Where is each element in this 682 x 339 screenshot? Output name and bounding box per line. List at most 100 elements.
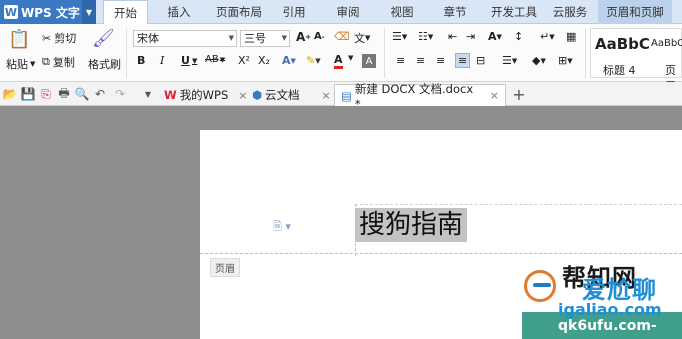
- bullet-list-icon[interactable]: ☰ ▼: [392, 30, 407, 43]
- align-right-icon[interactable]: ≡: [436, 54, 445, 67]
- tab-cloud-docs[interactable]: ⬢ 云文档 ×: [246, 84, 337, 106]
- save-icon[interactable]: 💾: [21, 87, 36, 101]
- tab-header-footer[interactable]: 页眉和页脚: [598, 0, 672, 24]
- paragraph-anchor-icon[interactable]: 🗎 ▾: [273, 218, 291, 237]
- close-icon[interactable]: ×: [490, 89, 499, 102]
- style-preview-heading4[interactable]: AaBbC: [595, 35, 650, 53]
- bold-button[interactable]: B: [137, 54, 145, 67]
- shrink-font-icon: A: [314, 31, 322, 42]
- tab-my-wps[interactable]: W 我的WPS ×: [158, 84, 254, 106]
- app-name: WPS 文字: [21, 5, 80, 20]
- font-color-icon[interactable]: A: [334, 54, 343, 69]
- cut-button[interactable]: ✂ 剪切: [42, 30, 76, 46]
- format-painter-button[interactable]: 格式刷: [88, 56, 121, 72]
- font-name-value: 宋体: [137, 32, 159, 45]
- cloud-doc-icon: ⬢: [252, 88, 263, 102]
- app-menu-button[interactable]: W WPS 文字 ▼: [0, 0, 96, 24]
- justify-icon[interactable]: ≡: [455, 53, 471, 68]
- show-marks-icon[interactable]: ↵ ▼: [540, 30, 555, 43]
- decrease-indent-icon[interactable]: ⇤: [448, 30, 457, 43]
- highlight-icon[interactable]: ✎ ▼: [306, 54, 321, 67]
- tab-label: 云文档: [265, 88, 300, 102]
- ribbon: 📋 粘贴 ▼ ✂ 剪切 ⧉ 复制 🖌 格式刷 宋体 ▼ 三号 ▼ A + A- ⌫ …: [0, 24, 682, 93]
- docx-icon: ▤: [341, 88, 352, 103]
- tab-label: 我的WPS: [179, 88, 229, 102]
- redo-icon[interactable]: ↷: [113, 87, 127, 101]
- globe-logo-icon: [524, 270, 556, 302]
- print-preview-icon[interactable]: 🔍: [75, 87, 90, 101]
- tab-view[interactable]: 视图: [382, 0, 422, 24]
- align-center-icon[interactable]: ≡: [416, 54, 425, 67]
- chevron-down-icon: ▼: [281, 34, 287, 42]
- open-folder-icon[interactable]: 📂: [3, 87, 18, 101]
- menu-bar: W WPS 文字 ▼ 开始 插入 页面布局 引用 审阅 视图 章节 开发工具 云…: [0, 0, 682, 25]
- chevron-down-icon: ▼: [228, 34, 234, 42]
- tab-developer[interactable]: 开发工具: [486, 0, 542, 24]
- subscript-button[interactable]: X₂: [258, 54, 270, 67]
- strikethrough-button[interactable]: AB ▼: [205, 54, 225, 65]
- cut-label: 剪切: [54, 32, 77, 45]
- copy-label: 复制: [52, 56, 75, 69]
- divider: [384, 28, 385, 78]
- style-preview-header[interactable]: AaBbC: [651, 38, 682, 49]
- chevron-down-icon[interactable]: ▼: [348, 54, 353, 62]
- copy-icon: ⧉: [42, 55, 50, 68]
- watermark-url: igaliao.com: [558, 300, 662, 319]
- tab-insert[interactable]: 插入: [158, 0, 200, 24]
- superscript-button[interactable]: X²: [238, 54, 250, 67]
- strike-label: AB: [205, 54, 219, 65]
- grow-font-button[interactable]: A +: [296, 30, 311, 44]
- paste-button[interactable]: 粘贴 ▼: [6, 56, 35, 72]
- grow-font-icon: A: [296, 30, 306, 44]
- export-pdf-icon[interactable]: ⎘: [39, 87, 53, 101]
- text-effect-icon[interactable]: A ▼: [282, 54, 296, 67]
- italic-button[interactable]: I: [160, 54, 164, 67]
- copy-button[interactable]: ⧉ 复制: [42, 54, 75, 70]
- align-left-icon[interactable]: ≡: [396, 54, 405, 67]
- clear-format-icon[interactable]: ⌫: [334, 30, 350, 43]
- paste-icon[interactable]: 📋: [8, 28, 30, 50]
- borders-icon[interactable]: ⊞ ▼: [558, 54, 573, 67]
- shading-icon[interactable]: ◆ ▼: [532, 54, 546, 67]
- tab-review[interactable]: 审阅: [327, 0, 369, 24]
- header-label-tag: 页眉: [210, 258, 240, 277]
- font-size-select[interactable]: 三号 ▼: [240, 30, 290, 47]
- char-shading-icon[interactable]: A: [362, 54, 376, 68]
- change-case-icon[interactable]: A ▼: [488, 30, 502, 43]
- tab-references[interactable]: 引用: [276, 0, 312, 24]
- chevron-down-icon[interactable]: ▼: [141, 87, 155, 101]
- sort-icon[interactable]: ↕: [514, 30, 523, 43]
- watermark-sub: qk6ufu.com-: [558, 318, 657, 334]
- close-icon[interactable]: ×: [322, 89, 331, 102]
- new-tab-button[interactable]: +: [512, 85, 526, 104]
- tab-home[interactable]: 开始: [103, 0, 148, 25]
- wps-home-icon: W: [164, 88, 177, 102]
- font-size-value: 三号: [244, 32, 266, 45]
- divider: [585, 28, 586, 78]
- shrink-font-button[interactable]: A-: [314, 31, 325, 42]
- wps-logo-icon: W: [4, 5, 18, 19]
- tab-page-layout[interactable]: 页面布局: [210, 0, 268, 24]
- format-painter-icon[interactable]: 🖌: [92, 28, 115, 49]
- tab-chapter[interactable]: 章节: [435, 0, 475, 24]
- format-painter-label: 格式刷: [88, 58, 121, 71]
- style-name-heading4: 标题 4: [603, 64, 636, 77]
- underline-label: U: [181, 54, 190, 67]
- scissors-icon: ✂: [42, 31, 52, 45]
- line-spacing-icon[interactable]: ☰ ▼: [502, 54, 517, 67]
- numbered-list-icon[interactable]: ☷ ▼: [418, 30, 433, 43]
- print-icon[interactable]: 🖶: [57, 86, 71, 101]
- phonetic-guide-icon[interactable]: 文 ▼: [354, 30, 370, 46]
- divider: [126, 28, 127, 78]
- table-icon[interactable]: ▦: [566, 30, 576, 43]
- paste-label: 粘贴: [6, 58, 28, 71]
- font-name-select[interactable]: 宋体 ▼: [133, 30, 237, 47]
- undo-icon[interactable]: ↶: [93, 87, 107, 101]
- header-text[interactable]: 搜狗指南: [355, 208, 468, 242]
- tab-current-doc[interactable]: ▤ 新建 DOCX 文档.docx * ×: [334, 82, 506, 111]
- underline-button[interactable]: U ▼: [181, 54, 197, 67]
- tab-cloud-service[interactable]: 云服务: [548, 0, 592, 24]
- chevron-down-icon[interactable]: ▼: [82, 0, 96, 24]
- increase-indent-icon[interactable]: ⇥: [466, 30, 475, 43]
- distribute-icon[interactable]: ⊟: [476, 54, 485, 67]
